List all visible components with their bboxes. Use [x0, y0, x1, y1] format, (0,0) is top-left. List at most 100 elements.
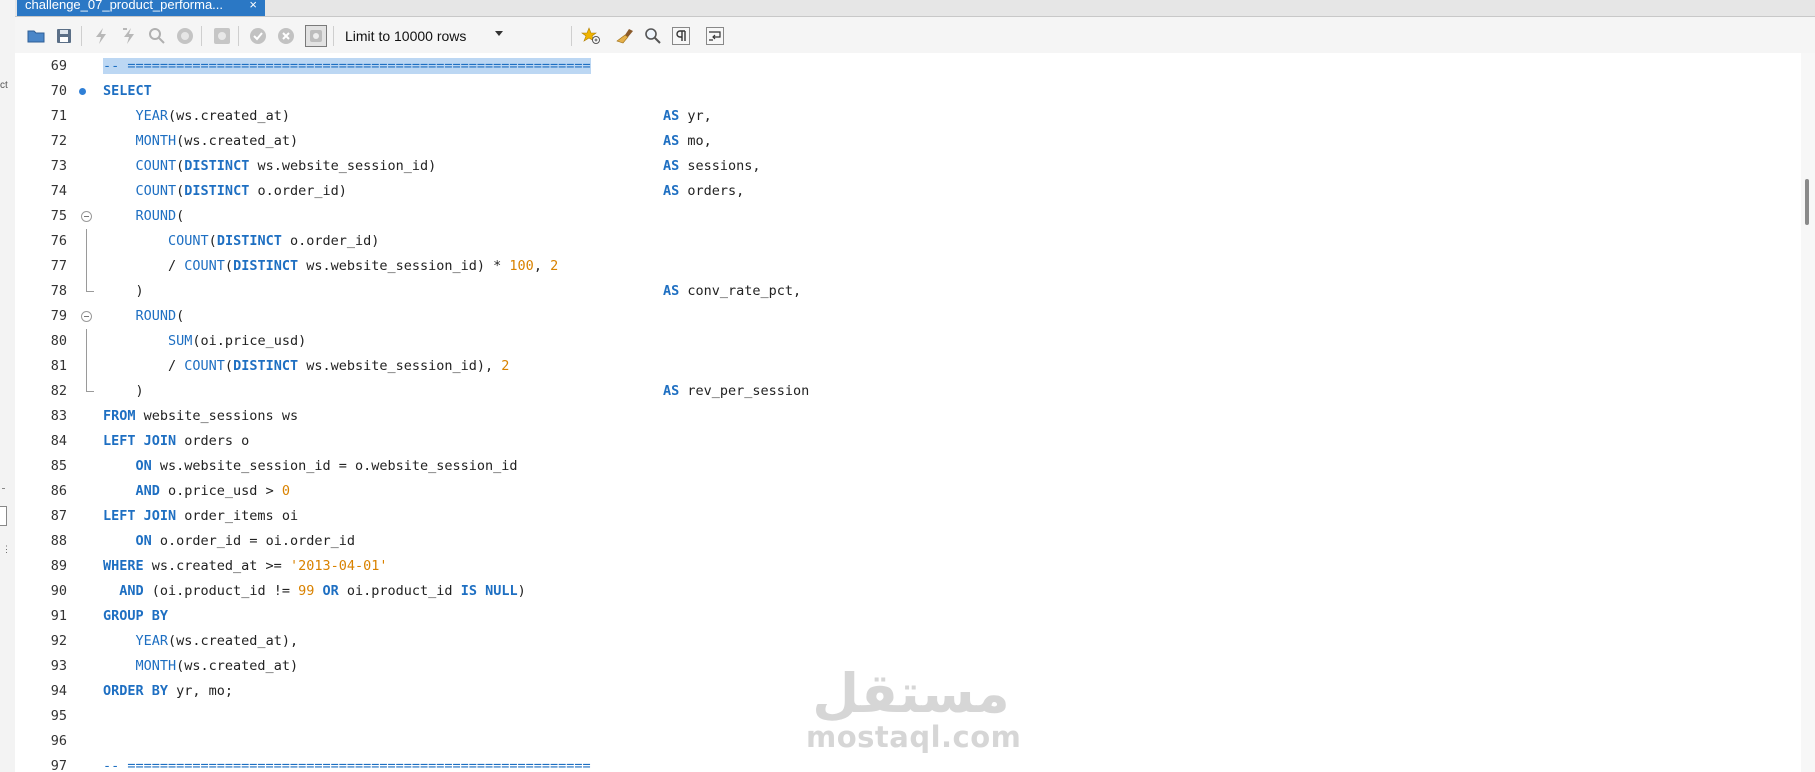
side-panel-dots[interactable]: ⋮ [2, 544, 11, 555]
code-line[interactable]: 86 AND o.price_usd > 0 [15, 479, 1801, 504]
execute-current-icon[interactable] [118, 25, 140, 47]
code-line[interactable]: 78 ) AS conv_rate_pct, [15, 279, 1801, 304]
code-token: LEFT JOIN [103, 508, 177, 524]
code-text[interactable]: COUNT(DISTINCT ws.website_session_id) [103, 154, 437, 179]
code-token: mo, [679, 133, 712, 149]
code-text[interactable]: YEAR(ws.created_at), [103, 629, 299, 654]
fold-toggle-icon[interactable] [81, 311, 92, 322]
alias-clause[interactable]: AS conv_rate_pct, [663, 279, 801, 304]
code-line[interactable]: 81 / COUNT(DISTINCT ws.website_session_i… [15, 354, 1801, 379]
code-text[interactable]: -- =====================================… [103, 754, 591, 772]
commit-check-icon[interactable] [247, 25, 269, 47]
code-token: (ws.created_at), [168, 633, 299, 649]
code-text[interactable]: SUM(oi.price_usd) [103, 329, 306, 354]
code-text[interactable]: MONTH(ws.created_at) [103, 654, 299, 679]
code-text[interactable]: ) [103, 379, 144, 404]
code-token: orders, [679, 183, 745, 199]
code-line[interactable]: 83 FROM website_sessions ws [15, 404, 1801, 429]
alias-clause[interactable]: AS sessions, [663, 154, 761, 179]
code-line[interactable]: 85 ON ws.website_session_id = o.website_… [15, 454, 1801, 479]
row-limit-label: Limit to 10000 rows [345, 28, 467, 44]
side-panel-box[interactable] [0, 506, 7, 526]
code-text[interactable]: MONTH(ws.created_at) [103, 129, 299, 154]
code-line[interactable]: 91 GROUP BY [15, 604, 1801, 629]
code-text[interactable]: WHERE ws.created_at >= '2013-04-01' [103, 554, 388, 579]
code-text[interactable]: COUNT(DISTINCT o.order_id) [103, 179, 347, 204]
code-line[interactable]: 92 YEAR(ws.created_at), [15, 629, 1801, 654]
rollback-x-icon[interactable] [275, 25, 297, 47]
code-text[interactable]: ORDER BY yr, mo; [103, 679, 233, 704]
line-number: 71 [50, 108, 67, 124]
code-line[interactable]: 97 -- ===================================… [15, 754, 1801, 772]
code-line[interactable]: 75 ROUND( [15, 204, 1801, 229]
side-panel-edge: ct ⋮ [0, 0, 16, 772]
code-text[interactable]: COUNT(DISTINCT o.order_id) [103, 229, 379, 254]
code-text[interactable]: ) [103, 279, 144, 304]
add-snippet-star-icon[interactable] [580, 25, 602, 47]
alias-clause[interactable]: AS mo, [663, 129, 712, 154]
code-line[interactable]: 76 COUNT(DISTINCT o.order_id) [15, 229, 1801, 254]
code-line[interactable]: 73 COUNT(DISTINCT ws.website_session_id)… [15, 154, 1801, 179]
alias-clause[interactable]: AS rev_per_session [663, 379, 809, 404]
find-magnifier-icon[interactable] [642, 25, 664, 47]
side-panel-tick [2, 488, 5, 492]
execute-lightning-icon[interactable] [90, 25, 112, 47]
code-text[interactable]: LEFT JOIN orders o [103, 429, 249, 454]
code-line[interactable]: 79 ROUND( [15, 304, 1801, 329]
code-text[interactable]: / COUNT(DISTINCT ws.website_session_id),… [103, 354, 509, 379]
code-line[interactable]: 87 LEFT JOIN order_items oi [15, 504, 1801, 529]
explain-magnifier-icon[interactable] [146, 25, 168, 47]
breakpoint-dot-icon[interactable] [79, 88, 86, 95]
code-line[interactable]: 74 COUNT(DISTINCT o.order_id) AS orders, [15, 179, 1801, 204]
row-limit-select[interactable]: Limit to 10000 rows [345, 25, 505, 47]
code-text[interactable]: ON ws.website_session_id = o.website_ses… [103, 454, 518, 479]
code-line[interactable]: 70 SELECT [15, 79, 1801, 104]
tab-sql-script[interactable]: challenge_07_product_performa... × [17, 0, 265, 16]
code-line[interactable]: 89 WHERE ws.created_at >= '2013-04-01' [15, 554, 1801, 579]
toggle-output-icon[interactable] [211, 25, 233, 47]
code-text[interactable]: AND (oi.product_id != 99 OR oi.product_i… [103, 579, 525, 604]
code-text[interactable]: ROUND( [103, 204, 185, 229]
open-folder-icon[interactable] [25, 25, 47, 47]
save-icon[interactable] [53, 25, 75, 47]
vertical-scrollbar[interactable] [1801, 53, 1815, 772]
code-text[interactable]: AND o.price_usd > 0 [103, 479, 290, 504]
word-wrap-icon[interactable] [704, 25, 726, 47]
alias-clause[interactable]: AS yr, [663, 104, 712, 129]
code-line[interactable]: 72 MONTH(ws.created_at) AS mo, [15, 129, 1801, 154]
line-number: 78 [50, 283, 67, 299]
code-line[interactable]: 90 AND (oi.product_id != 99 OR oi.produc… [15, 579, 1801, 604]
code-line[interactable]: 77 / COUNT(DISTINCT ws.website_session_i… [15, 254, 1801, 279]
code-token: AS [663, 383, 680, 399]
code-text[interactable]: YEAR(ws.created_at) [103, 104, 290, 129]
code-text[interactable]: SELECT [103, 79, 152, 104]
line-number: 69 [50, 58, 67, 74]
code-text[interactable]: LEFT JOIN order_items oi [103, 504, 298, 529]
stop-icon[interactable] [174, 25, 196, 47]
code-text[interactable]: GROUP BY [103, 604, 168, 629]
code-text[interactable]: -- =====================================… [103, 54, 591, 79]
autocommit-toggle-icon[interactable] [305, 25, 327, 47]
code-line[interactable]: 88 ON o.order_id = oi.order_id [15, 529, 1801, 554]
alias-clause[interactable]: AS orders, [663, 179, 744, 204]
code-line[interactable]: 84 LEFT JOIN orders o [15, 429, 1801, 454]
fold-toggle-icon[interactable] [81, 211, 92, 222]
code-text[interactable]: FROM website_sessions ws [103, 404, 298, 429]
fold-guide [86, 229, 87, 254]
code-line[interactable]: 69 -- ===================================… [15, 54, 1801, 79]
code-text[interactable]: / COUNT(DISTINCT ws.website_session_id) … [103, 254, 558, 279]
code-line[interactable]: 71 YEAR(ws.created_at) AS yr, [15, 104, 1801, 129]
close-icon[interactable]: × [249, 0, 257, 12]
code-line[interactable]: 82 ) AS rev_per_session [15, 379, 1801, 404]
code-line[interactable]: 80 SUM(oi.price_usd) [15, 329, 1801, 354]
code-token: COUNT [168, 233, 209, 249]
invisible-chars-pilcrow-icon[interactable] [670, 25, 692, 47]
code-text[interactable]: ROUND( [103, 304, 185, 329]
beautify-broom-icon[interactable] [614, 25, 636, 47]
code-token: ( [176, 208, 185, 224]
code-token: 100 [509, 258, 534, 274]
scrollbar-thumb[interactable] [1805, 179, 1809, 225]
code-text[interactable]: ON o.order_id = oi.order_id [103, 529, 355, 554]
